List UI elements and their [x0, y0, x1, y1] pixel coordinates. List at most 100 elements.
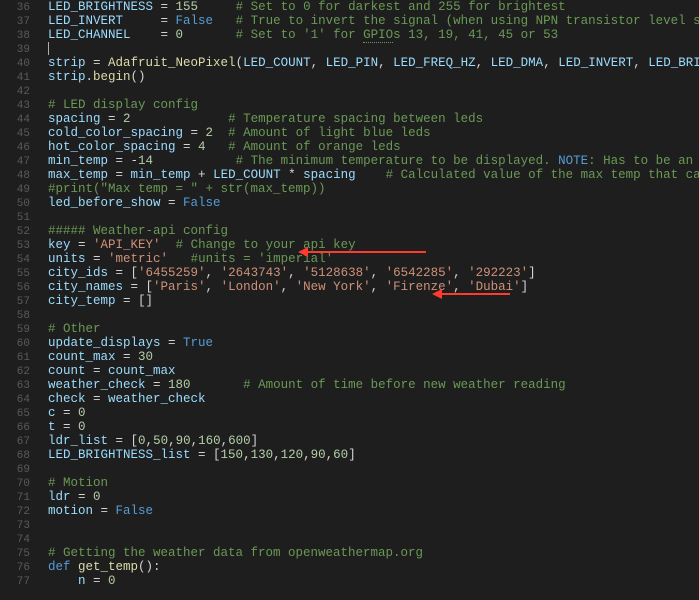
code-content[interactable]: LED_BRIGHTNESS = 155 # Set to 0 for dark… — [40, 0, 699, 600]
line-number: 58 — [0, 308, 30, 322]
code-line[interactable] — [48, 210, 699, 224]
code-line[interactable]: # Getting the weather data from openweat… — [48, 546, 699, 560]
token: key — [48, 238, 71, 252]
token: True — [183, 336, 213, 350]
code-line[interactable]: strip = Adafruit_NeoPixel(LED_COUNT, LED… — [48, 56, 699, 70]
token: count_max — [108, 364, 176, 378]
line-number: 57 — [0, 294, 30, 308]
token: 600 — [228, 434, 251, 448]
token: # LED display config — [48, 98, 198, 112]
token: 130 — [251, 448, 274, 462]
token: spacing — [303, 168, 356, 182]
code-line[interactable]: update_displays = True — [48, 336, 699, 350]
token: LED_COUNT — [213, 168, 281, 182]
code-line[interactable]: units = 'metric' #units = 'imperial' — [48, 252, 699, 266]
code-editor[interactable]: 3637383940414243444546474849505152535455… — [0, 0, 699, 600]
token: 'Dubai' — [468, 280, 521, 294]
token: check — [48, 392, 86, 406]
line-number: 75 — [0, 546, 30, 560]
code-line[interactable]: min_temp = -14 # The minimum temperature… — [48, 154, 699, 168]
token: get_temp — [78, 560, 138, 574]
code-line[interactable] — [48, 84, 699, 98]
token: False — [183, 196, 221, 210]
token: # Calculated value of the max temp that … — [386, 168, 699, 182]
token: = - — [108, 154, 138, 168]
line-number: 44 — [0, 112, 30, 126]
line-number: 39 — [0, 42, 30, 56]
code-line[interactable] — [48, 532, 699, 546]
code-line[interactable]: strip.begin() — [48, 70, 699, 84]
code-line[interactable]: hot_color_spacing = 4 # Amount of orange… — [48, 140, 699, 154]
code-line[interactable]: city_names = ['Paris', 'London', 'New Yo… — [48, 280, 699, 294]
code-line[interactable]: motion = False — [48, 504, 699, 518]
token: = — [161, 196, 184, 210]
token: # The minimum temperature to be displaye… — [236, 154, 559, 168]
code-line[interactable]: # LED display config — [48, 98, 699, 112]
code-line[interactable]: count_max = 30 — [48, 350, 699, 364]
code-line[interactable]: max_temp = min_temp + LED_COUNT * spacin… — [48, 168, 699, 182]
code-line[interactable]: ldr = 0 — [48, 490, 699, 504]
code-line[interactable]: # Motion — [48, 476, 699, 490]
token: = — [101, 112, 124, 126]
token — [161, 238, 176, 252]
code-line[interactable]: LED_BRIGHTNESS_list = [150,130,120,90,60… — [48, 448, 699, 462]
code-line[interactable] — [48, 42, 699, 56]
code-line[interactable]: weather_check = 180 # Amount of time bef… — [48, 378, 699, 392]
line-number: 71 — [0, 490, 30, 504]
token: , — [206, 280, 221, 294]
token: 0 — [78, 420, 86, 434]
code-line[interactable]: # Other — [48, 322, 699, 336]
token: = — [176, 140, 199, 154]
code-line[interactable]: #print("Max temp = " + str(max_temp)) — [48, 182, 699, 196]
line-number: 55 — [0, 266, 30, 280]
token: = — [86, 574, 109, 588]
code-line[interactable]: led_before_show = False — [48, 196, 699, 210]
token: = [ — [108, 266, 138, 280]
token: = [] — [116, 294, 154, 308]
code-line[interactable]: ldr_list = [0,50,90,160,600] — [48, 434, 699, 448]
code-line[interactable]: LED_CHANNEL = 0 # Set to '1' for GPIOs 1… — [48, 28, 699, 42]
token: led_before_show — [48, 196, 161, 210]
token: t — [48, 420, 56, 434]
code-line[interactable] — [48, 518, 699, 532]
code-line[interactable]: spacing = 2 # Temperature spacing betwee… — [48, 112, 699, 126]
token: 30 — [138, 350, 153, 364]
token: = — [183, 126, 206, 140]
token: ( — [236, 56, 244, 70]
code-line[interactable]: key = 'API_KEY' # Change to your api key — [48, 238, 699, 252]
token: # Amount of orange leds — [228, 140, 401, 154]
token: 155 — [176, 0, 199, 14]
token: # Set to '1' for — [236, 28, 364, 42]
code-line[interactable]: cold_color_spacing = 2 # Amount of light… — [48, 126, 699, 140]
token: 4 — [198, 140, 206, 154]
code-line[interactable]: def get_temp(): — [48, 560, 699, 574]
code-line[interactable]: city_temp = [] — [48, 294, 699, 308]
token: 0 — [93, 490, 101, 504]
code-line[interactable]: check = weather_check — [48, 392, 699, 406]
code-line[interactable]: count = count_max — [48, 364, 699, 378]
code-line[interactable]: t = 0 — [48, 420, 699, 434]
code-line[interactable]: city_ids = ['6455259', '2643743', '51286… — [48, 266, 699, 280]
code-line[interactable] — [48, 308, 699, 322]
token: # Other — [48, 322, 101, 336]
token: 150 — [221, 448, 244, 462]
token: LED_BRIGHTNESS_list — [48, 448, 191, 462]
token: , — [633, 56, 648, 70]
token: = — [131, 28, 176, 42]
line-number: 40 — [0, 56, 30, 70]
line-number: 66 — [0, 420, 30, 434]
token: = [ — [191, 448, 221, 462]
token: n — [78, 574, 86, 588]
code-line[interactable]: LED_INVERT = False # True to invert the … — [48, 14, 699, 28]
token: '5128638' — [303, 266, 371, 280]
code-line[interactable]: LED_BRIGHTNESS = 155 # Set to 0 for dark… — [48, 0, 699, 14]
token: begin — [93, 70, 131, 84]
token: = — [56, 420, 79, 434]
code-line[interactable]: ##### Weather-api config — [48, 224, 699, 238]
code-line[interactable]: c = 0 — [48, 406, 699, 420]
code-line[interactable]: n = 0 — [48, 574, 699, 588]
token: ] — [348, 448, 356, 462]
code-line[interactable] — [48, 462, 699, 476]
token: , — [371, 266, 386, 280]
token: hot_color_spacing — [48, 140, 176, 154]
